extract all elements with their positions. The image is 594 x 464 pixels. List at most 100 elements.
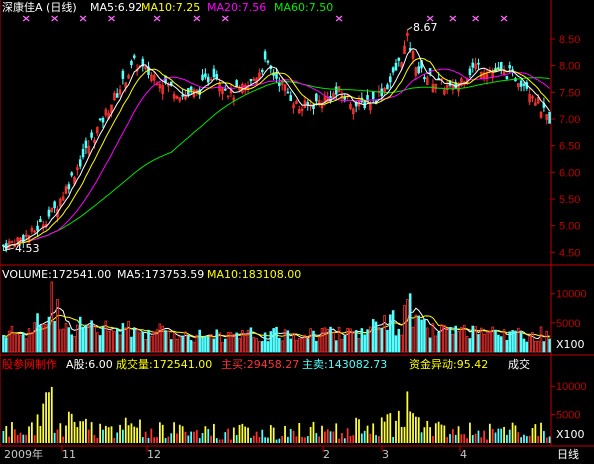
volume-bar (275, 326, 278, 353)
signal-marker-icon (472, 15, 480, 22)
flow-bar (184, 431, 187, 443)
stock-name: 深康佳A (日线) (2, 1, 77, 14)
volume-bar (508, 331, 512, 353)
volume-bar (320, 328, 324, 353)
flow-bar (412, 413, 414, 443)
candle-body (286, 91, 290, 94)
flow-bar (352, 435, 355, 443)
period-button[interactable]: 日线 (557, 448, 579, 461)
flow-bar (19, 432, 22, 443)
volume-bar (152, 331, 156, 353)
flow-bar (150, 428, 153, 443)
ma20-label: MA20:7.56 (207, 1, 267, 14)
volume-bar (113, 331, 116, 353)
volume-bar (255, 338, 258, 353)
flow-bar (227, 428, 230, 443)
volume-bar (471, 325, 475, 353)
volume-bar (531, 331, 534, 353)
flow-bar (301, 436, 303, 443)
flow-bar (326, 429, 329, 443)
flow-bar (534, 424, 537, 443)
volume-bar (59, 329, 62, 353)
volume-bar (357, 338, 361, 353)
signal-marker-icon (449, 15, 457, 22)
volume-bar (84, 324, 88, 353)
candle-body (263, 51, 267, 60)
flow-unit: X100 (556, 428, 585, 441)
volume-bar (258, 341, 261, 353)
volume-tick-label: 5000 (556, 318, 580, 330)
volume-bar (414, 314, 418, 353)
volume-bar (286, 330, 290, 353)
flow-bar (93, 435, 96, 443)
volume-bar (252, 336, 256, 353)
volume-bar (485, 331, 489, 353)
volume-bar (164, 330, 167, 353)
candle-body (98, 118, 102, 121)
flow-bar (312, 421, 315, 443)
signal-marker-icon (221, 15, 229, 22)
volume-bar (98, 335, 102, 353)
volume-bar (289, 338, 293, 353)
flow-bar (45, 392, 47, 443)
candle-body (201, 74, 204, 81)
volume-bar (124, 327, 128, 353)
candle-body (206, 76, 210, 83)
flow-bar (116, 432, 119, 443)
volume-bar (44, 324, 48, 353)
flow-bar (506, 434, 508, 443)
candle-body (67, 184, 71, 190)
volume-ma10-label: MA10:183108.00 (207, 268, 302, 281)
flow-bar (372, 423, 375, 443)
volume-bar (451, 334, 455, 353)
flow-main-sell: 主卖:143082.73 (302, 358, 388, 371)
ma20-line (3, 68, 550, 249)
volume-bar (4, 337, 8, 353)
flow-bar (127, 425, 130, 443)
flow-bar (531, 427, 534, 443)
signal-marker-icon (108, 15, 115, 22)
flow-bar (284, 425, 286, 443)
volume-bar (22, 332, 25, 353)
flow-bar (8, 436, 10, 443)
volume-bar (334, 340, 338, 353)
flow-bar (304, 437, 306, 443)
flow-bar (449, 434, 451, 443)
candle-body (235, 80, 238, 88)
flow-a-shares: A股:6.00 (66, 358, 113, 371)
volume-bar (175, 338, 179, 353)
flow-bar (514, 425, 517, 443)
flow-bar (65, 425, 67, 443)
flow-bar (141, 437, 144, 443)
volume-bar (93, 325, 96, 353)
volume-bar (278, 337, 281, 353)
flow-bar (267, 437, 269, 443)
flow-bar (53, 432, 56, 443)
volume-bar (499, 336, 503, 353)
flow-bar (548, 436, 551, 443)
flow-fund-move: 资金异动:95.42 (409, 358, 489, 371)
flow-bar (258, 437, 261, 443)
flow-bar (543, 431, 545, 443)
volume-bar (70, 334, 73, 353)
flow-bar (403, 426, 406, 443)
flow-bar (298, 422, 301, 443)
volume-bar (528, 335, 531, 353)
volume-bar (87, 325, 91, 353)
volume-bar (337, 326, 341, 353)
flow-bar (446, 437, 449, 443)
flow-bar (397, 410, 400, 443)
candle-body (275, 72, 278, 79)
volume-bar (519, 332, 523, 353)
volume-bar (323, 327, 327, 353)
volume-bar (548, 338, 551, 353)
stock-chart[interactable]: 8.50 8.00 7.50 7.00 6.50 6.00 5.50 5.00 4.50 1000… (0, 0, 594, 464)
candle-body (115, 93, 119, 98)
signal-marker-icon (153, 15, 161, 22)
flow-bar (70, 413, 73, 443)
volume-bar (374, 321, 378, 353)
volume-bar (360, 328, 364, 353)
candle-body (81, 148, 85, 158)
volume-bar (144, 339, 147, 353)
flow-bar (355, 417, 358, 443)
